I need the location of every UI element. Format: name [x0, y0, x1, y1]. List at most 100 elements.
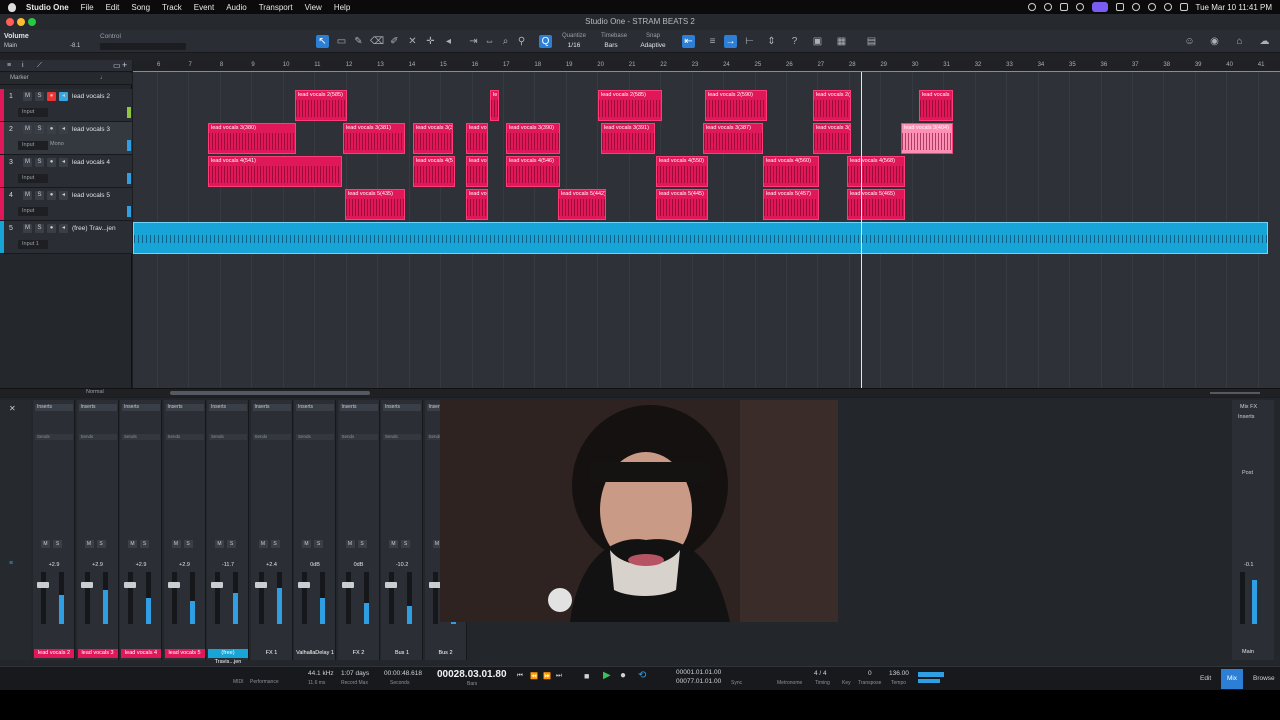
- audio-event[interactable]: lead vocals 2(590): [705, 90, 767, 121]
- inserts-header[interactable]: Inserts: [383, 404, 421, 411]
- channel-name[interactable]: ValhallaDelay 1: [295, 649, 335, 658]
- zoom-window-icon[interactable]: [28, 18, 36, 26]
- main-mixfx-label[interactable]: Mix FX: [1240, 404, 1257, 410]
- quantize-value[interactable]: 1/16: [560, 42, 588, 49]
- volume-fader[interactable]: [124, 572, 136, 624]
- loop-button[interactable]: ⟲: [638, 670, 646, 681]
- sends-header[interactable]: Sends: [209, 434, 247, 440]
- inspector-control-dropdown[interactable]: [100, 43, 186, 50]
- volume-readout[interactable]: +2.9: [164, 562, 206, 568]
- audio-event[interactable]: lead vocals 4(550): [656, 156, 708, 187]
- solo-button[interactable]: S: [53, 540, 62, 548]
- snap-toggle-icon[interactable]: ⇤: [682, 35, 695, 48]
- audio-event[interactable]: lead vocals 3(: [813, 123, 851, 154]
- track-input[interactable]: Input: [18, 174, 48, 183]
- status-icon[interactable]: [1027, 3, 1036, 11]
- time-signature[interactable]: 4 / 4: [814, 670, 827, 677]
- volume-readout[interactable]: -10.2: [381, 562, 423, 568]
- inserts-header[interactable]: Inserts: [252, 404, 291, 411]
- track-name[interactable]: lead vocals 5: [72, 192, 110, 199]
- menu-file[interactable]: File: [81, 3, 94, 12]
- monitor-button[interactable]: ◂: [59, 224, 68, 233]
- minimize-window-icon[interactable]: [17, 18, 25, 26]
- volume-readout[interactable]: 0dB: [338, 562, 380, 568]
- volume-fader[interactable]: [37, 572, 49, 624]
- audio-event[interactable]: lead vocals 4(546): [506, 156, 560, 187]
- status-icon[interactable]: [1059, 3, 1068, 11]
- record-button[interactable]: ●: [620, 670, 626, 681]
- fader-cap[interactable]: [254, 582, 267, 588]
- arrow-tool-icon[interactable]: ↖: [316, 35, 329, 48]
- channel-name[interactable]: FX 2: [338, 649, 379, 658]
- sync-label[interactable]: Sync: [731, 680, 742, 686]
- main-volume[interactable]: -0.1: [1244, 562, 1253, 568]
- video-icon[interactable]: ▣: [811, 35, 824, 48]
- mute-button[interactable]: M: [23, 191, 32, 200]
- volume-fader[interactable]: [254, 572, 267, 624]
- sends-header[interactable]: Sends: [296, 434, 334, 440]
- audio-event[interactable]: lead vocals 5(445): [656, 189, 708, 220]
- inserts-header[interactable]: Inserts: [296, 404, 334, 411]
- mute-button[interactable]: M: [215, 540, 224, 548]
- performance-label[interactable]: Performance: [250, 679, 279, 685]
- mute-button[interactable]: M: [345, 540, 355, 548]
- volume-fader[interactable]: [385, 572, 397, 624]
- mute-button[interactable]: M: [302, 540, 311, 548]
- volume-fader[interactable]: [167, 572, 180, 624]
- arrange-mode[interactable]: Normal: [86, 389, 104, 395]
- track-row[interactable]: 1 M S ● ◂ lead vocals 2 Input: [0, 89, 132, 122]
- solo-button[interactable]: S: [35, 158, 44, 167]
- volume-readout[interactable]: 0dB: [294, 562, 336, 568]
- volume-readout[interactable]: +2.9: [33, 562, 75, 568]
- inserts-header[interactable]: Inserts: [209, 404, 247, 411]
- record-arm-button[interactable]: ●: [47, 158, 56, 167]
- automation-icon[interactable]: ⟋: [37, 62, 42, 70]
- track-input[interactable]: Input 1: [18, 240, 48, 249]
- channel-name[interactable]: lead vocals 4: [121, 649, 161, 658]
- solo-button[interactable]: S: [35, 92, 44, 101]
- monitor-button[interactable]: ◂: [59, 191, 68, 200]
- help-icon[interactable]: ?: [788, 35, 801, 48]
- monitor-button[interactable]: ◂: [59, 125, 68, 134]
- menu-help[interactable]: Help: [334, 3, 350, 12]
- audio-event[interactable]: lead vocals 5(457): [763, 189, 819, 220]
- track-mode[interactable]: Mono: [50, 141, 64, 147]
- audio-event[interactable]: lead vo: [466, 123, 488, 154]
- audio-event[interactable]: lead vocals 4(560): [763, 156, 819, 187]
- inspector-toggle-icon[interactable]: i: [22, 62, 24, 69]
- inspector-value[interactable]: -8.1: [70, 43, 80, 49]
- mute-button[interactable]: M: [128, 540, 137, 548]
- volume-fader[interactable]: [341, 572, 354, 624]
- solo-button[interactable]: S: [140, 540, 149, 548]
- edit-view-button[interactable]: Edit: [1200, 675, 1211, 682]
- close-mixer-icon[interactable]: ✕: [9, 404, 16, 413]
- track-color-swatch[interactable]: [0, 221, 4, 253]
- volume-readout[interactable]: +2.9: [120, 562, 162, 568]
- timebase-value[interactable]: Bars: [597, 42, 625, 49]
- audio-event[interactable]: lead vocals 4(541): [208, 156, 342, 187]
- seconds-time[interactable]: 00:00:48.618: [384, 670, 422, 677]
- close-window-icon[interactable]: [6, 18, 14, 26]
- status-icon[interactable]: [1043, 3, 1052, 11]
- inspector-param[interactable]: Volume: [4, 33, 29, 40]
- sends-header[interactable]: Sends: [383, 434, 421, 440]
- audio-event[interactable]: lead vocals 3(381): [343, 123, 405, 154]
- transpose-value[interactable]: 0: [868, 670, 872, 677]
- track-row[interactable]: 4 M S ● ◂ lead vocals 5 Input: [0, 188, 132, 221]
- audio-event[interactable]: lead vocals 5(465): [847, 189, 905, 220]
- monitor-button[interactable]: ◂: [59, 158, 68, 167]
- fader-cap[interactable]: [211, 582, 223, 588]
- track-row[interactable]: 3 M S ● ◂ lead vocals 4 Input: [0, 155, 132, 188]
- channel-name[interactable]: lead vocals 2: [34, 649, 74, 658]
- mixer-tool-icon[interactable]: ≡: [9, 560, 13, 567]
- volume-fader[interactable]: [428, 572, 441, 624]
- channel-name[interactable]: FX 1: [251, 649, 292, 658]
- fader-cap[interactable]: [341, 582, 354, 588]
- timeline-ruler[interactable]: 6 7 8 9 10 11 12 13 14 15 16 17 18 19 20 21 22 23 24 25 26 27…: [133, 60, 1280, 72]
- menu-song[interactable]: Song: [131, 3, 150, 12]
- mute-button[interactable]: M: [23, 224, 32, 233]
- end-icon[interactable]: ⏭: [556, 672, 562, 680]
- inserts-header[interactable]: Inserts: [78, 404, 117, 411]
- listen-tool-icon[interactable]: ◂: [442, 35, 455, 48]
- grid-view-icon[interactable]: ▦: [835, 35, 848, 48]
